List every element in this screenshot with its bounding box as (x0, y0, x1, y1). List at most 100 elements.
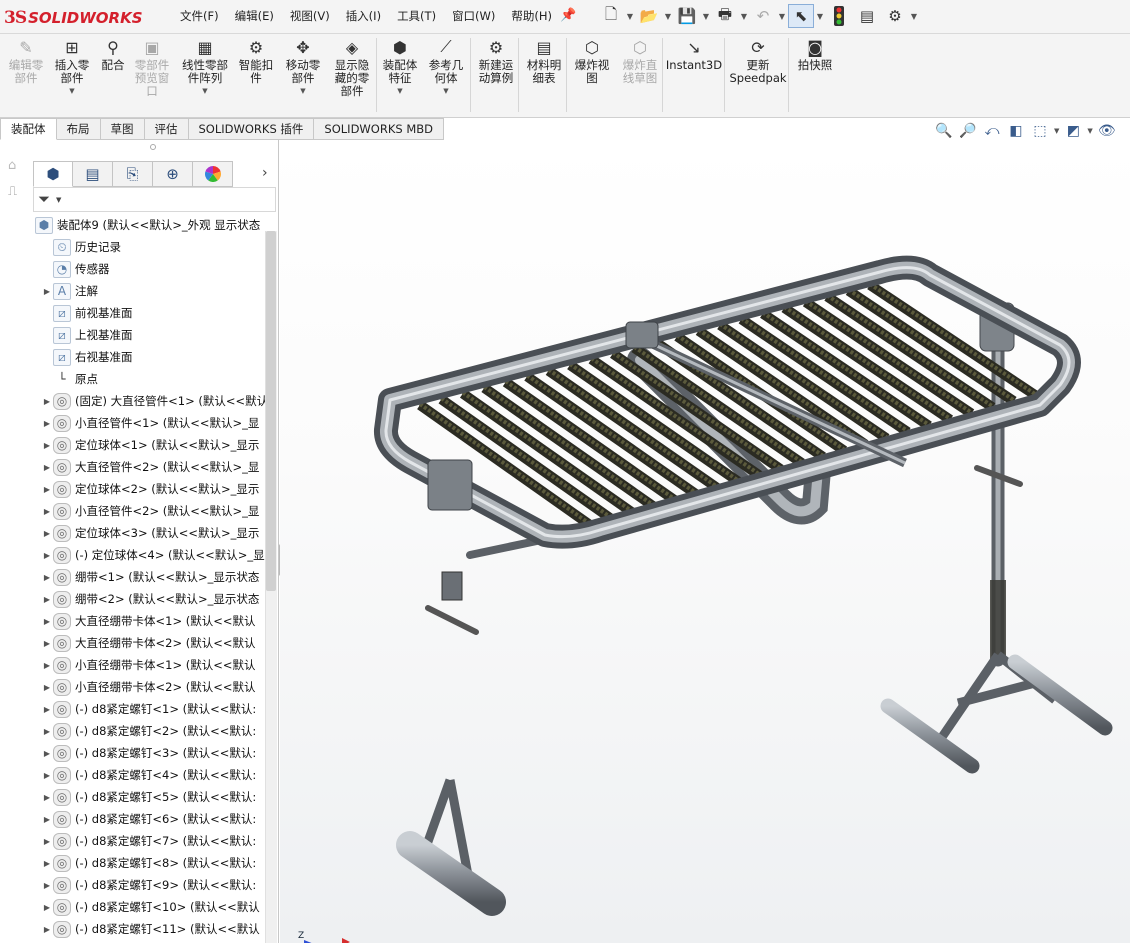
tree-node[interactable]: ▶ ◎ 大直径绷带卡体<1> (默认<<默认 (41, 610, 256, 632)
menu-item[interactable]: 编辑(E) (227, 8, 282, 24)
view-orientation-icon[interactable]: ⬚ (1030, 120, 1050, 142)
more-tabs-chevron-icon[interactable]: › (262, 165, 268, 181)
tree-node[interactable]: ⧄ 上视基准面 (41, 324, 133, 346)
reference-geometry-button[interactable]: ⟋ 参考几 何体 ▼ (426, 36, 466, 95)
speedpak-button[interactable]: ⟳ 更新 Speedpak (729, 36, 786, 85)
command-tab[interactable]: 装配体 (0, 118, 57, 140)
tree-node[interactable]: ⧄ 右视基准面 (41, 346, 133, 368)
tree-node[interactable]: ▶ ◎ (-) 定位球体<4> (默认<<默认>_显 (41, 544, 265, 566)
new-document-icon[interactable]: 🗋 (598, 4, 624, 28)
save-dropdown-icon[interactable]: ▼ (702, 12, 710, 21)
tree-node[interactable]: ▶ A 注解 (41, 280, 98, 302)
command-tab[interactable]: 布局 (56, 118, 101, 140)
menu-item[interactable]: 视图(V) (282, 8, 338, 24)
expand-arrow-icon[interactable]: ▶ (41, 881, 53, 890)
ribbon-dropdown-icon[interactable]: ▼ (69, 87, 74, 95)
configuration-manager-tab-icon[interactable]: ⎘ (113, 161, 153, 187)
smart-fastener-button[interactable]: ⚙ 智能扣 件 (236, 36, 276, 85)
tree-node[interactable]: ▶ ◎ 小直径管件<2> (默认<<默认>_显 (41, 500, 259, 522)
graphics-area[interactable] (280, 140, 1130, 943)
print-icon[interactable]: 🖶 (712, 4, 738, 28)
expand-arrow-icon[interactable]: ▶ (41, 683, 53, 692)
expand-arrow-icon[interactable]: ▶ (41, 859, 53, 868)
expand-arrow-icon[interactable]: ▶ (41, 771, 53, 780)
tree-filter[interactable]: ⏷ ▼ (33, 187, 276, 212)
expand-arrow-icon[interactable]: ▶ (41, 463, 53, 472)
tree-node[interactable]: ▶ ◎ (-) d8紧定螺钉<8> (默认<<默认: (41, 852, 256, 874)
tree-node[interactable]: ▶ ◎ (-) d8紧定螺钉<3> (默认<<默认: (41, 742, 256, 764)
edit-component-button[interactable]: ✎ 编辑零 部件 (6, 36, 46, 85)
expand-arrow-icon[interactable]: ▶ (41, 815, 53, 824)
command-tab[interactable]: SOLIDWORKS 插件 (188, 118, 315, 140)
motion-study-button[interactable]: ⚙ 新建运 动算例 (474, 36, 518, 85)
featuremanager-tree-tab-icon[interactable]: ⬢ (33, 161, 73, 187)
tree-node[interactable]: ▶ ◎ 定位球体<2> (默认<<默认>_显示 (41, 478, 259, 500)
solidworks-logo[interactable]: 3S SOLIDWORKS (4, 7, 143, 29)
explode-view-button[interactable]: ⬡ 爆炸视 图 (572, 36, 612, 85)
select-dropdown-icon[interactable]: ▼ (816, 12, 824, 21)
tree-node[interactable]: ▶ ◎ (-) d8紧定螺钉<9> (默认<<默认: (41, 874, 256, 896)
display-style-dropdown-icon[interactable]: ▼ (1087, 127, 1092, 135)
sketch-ref-icon[interactable]: ⎍ (8, 184, 17, 199)
options-dropdown-icon[interactable]: ▼ (910, 12, 918, 21)
expand-arrow-icon[interactable]: ▶ (41, 441, 53, 450)
tree-node[interactable]: ▶ ◎ (-) d8紧定螺钉<5> (默认<<默认: (41, 786, 256, 808)
preview-window-button[interactable]: ▣ 零部件 预览窗 口 (132, 36, 172, 98)
expand-arrow-icon[interactable]: ▶ (41, 573, 53, 582)
filter-funnel-icon[interactable]: ⏷ (38, 190, 50, 208)
insert-component-button[interactable]: ⊞ 插入零 部件 ▼ (54, 36, 90, 96)
rebuild-traffic-light-icon[interactable] (826, 4, 852, 28)
tree-node[interactable]: ◔ 传感器 (41, 258, 110, 280)
instant3d-button[interactable]: ↘ Instant3D (666, 36, 722, 72)
tree-node[interactable]: ▶ ◎ (-) d8紧定螺钉<1> (默认<<默认: (41, 698, 256, 720)
hide-show-items-icon[interactable]: 👁 (1097, 120, 1117, 142)
expand-arrow-icon[interactable]: ▶ (41, 419, 53, 428)
ribbon-dropdown-icon[interactable]: ▼ (397, 87, 402, 95)
tree-node[interactable]: ⬢ 装配体9 (默认<<默认>_外观 显示状态 (33, 214, 260, 236)
tree-node[interactable]: ▶ ◎ 定位球体<1> (默认<<默认>_显示 (41, 434, 259, 456)
move-component-button[interactable]: ✥ 移动零 部件 ▼ (283, 36, 323, 96)
tree-node[interactable]: ▶ ◎ (-) d8紧定螺钉<10> (默认<<默认 (41, 896, 260, 918)
expand-arrow-icon[interactable]: ▶ (41, 661, 53, 670)
tree-node[interactable]: ▶ ◎ (-) d8紧定螺钉<6> (默认<<默认: (41, 808, 256, 830)
display-style-icon[interactable]: ◩ (1063, 120, 1083, 142)
mate-ref-icon[interactable]: ⌂ (8, 158, 16, 173)
show-hidden-button[interactable]: ◈ 显示隐 藏的零 部件 (331, 36, 373, 98)
tube-frame[interactable] (374, 255, 1081, 549)
expand-arrow-icon[interactable]: ▶ (41, 397, 53, 406)
expand-arrow-icon[interactable]: ▶ (41, 595, 53, 604)
menu-item[interactable]: 窗口(W) (444, 8, 503, 24)
file-properties-icon[interactable]: ▤ (854, 4, 880, 28)
tree-node[interactable]: ▶ ◎ (-) d8紧定螺钉<4> (默认<<默认: (41, 764, 256, 786)
ribbon-dropdown-icon[interactable]: ▼ (202, 87, 207, 95)
menu-item[interactable]: 插入(I) (338, 8, 389, 24)
mate-button[interactable]: ⚲ 配合 (98, 36, 128, 72)
menu-item[interactable]: 帮助(H) (503, 8, 560, 24)
tree-node[interactable]: ▶ ◎ (-) d8紧定螺钉<11> (默认<<默认 (41, 918, 260, 940)
dimxpert-manager-tab-icon[interactable]: ⊕ (153, 161, 193, 187)
tree-node[interactable]: ▶ ◎ 绷带<2> (默认<<默认>_显示状态 (41, 588, 259, 610)
tree-node[interactable]: ▶ ◎ 小直径管件<1> (默认<<默认>_显 (41, 412, 259, 434)
expand-arrow-icon[interactable]: ▶ (41, 903, 53, 912)
expand-arrow-icon[interactable]: ▶ (41, 705, 53, 714)
expand-arrow-icon[interactable]: ▶ (41, 617, 53, 626)
tree-scrollbar-thumb[interactable] (266, 231, 276, 591)
expand-arrow-icon[interactable]: ▶ (41, 925, 53, 934)
expand-arrow-icon[interactable]: ▶ (41, 507, 53, 516)
select-pointer-icon[interactable]: ⬉ (788, 4, 814, 28)
bom-button[interactable]: ▤ 材料明 细表 (524, 36, 564, 85)
filter-dropdown-icon[interactable]: ▼ (56, 196, 61, 204)
ribbon-dropdown-icon[interactable]: ▼ (443, 87, 448, 95)
expand-arrow-icon[interactable]: ▶ (41, 749, 53, 758)
tree-node[interactable]: ▶ ◎ 定位球体<3> (默认<<默认>_显示 (41, 522, 259, 544)
expand-arrow-icon[interactable]: ▶ (41, 551, 53, 560)
command-tab[interactable]: SOLIDWORKS MBD (314, 118, 445, 140)
zoom-to-area-icon[interactable]: 🔎 (958, 120, 978, 142)
tree-node[interactable]: ▶ ◎ 小直径绷带卡体<2> (默认<<默认 (41, 676, 256, 698)
undo-icon[interactable]: ↶ (750, 4, 776, 28)
explode-line-button[interactable]: ⬡ 爆炸直 线草图 (618, 36, 662, 85)
zoom-to-fit-icon[interactable]: 🔍 (934, 120, 954, 142)
tree-node[interactable]: ⧄ 前视基准面 (41, 302, 133, 324)
section-view-icon[interactable]: ◧ (1006, 120, 1026, 142)
command-tab[interactable]: 评估 (144, 118, 189, 140)
